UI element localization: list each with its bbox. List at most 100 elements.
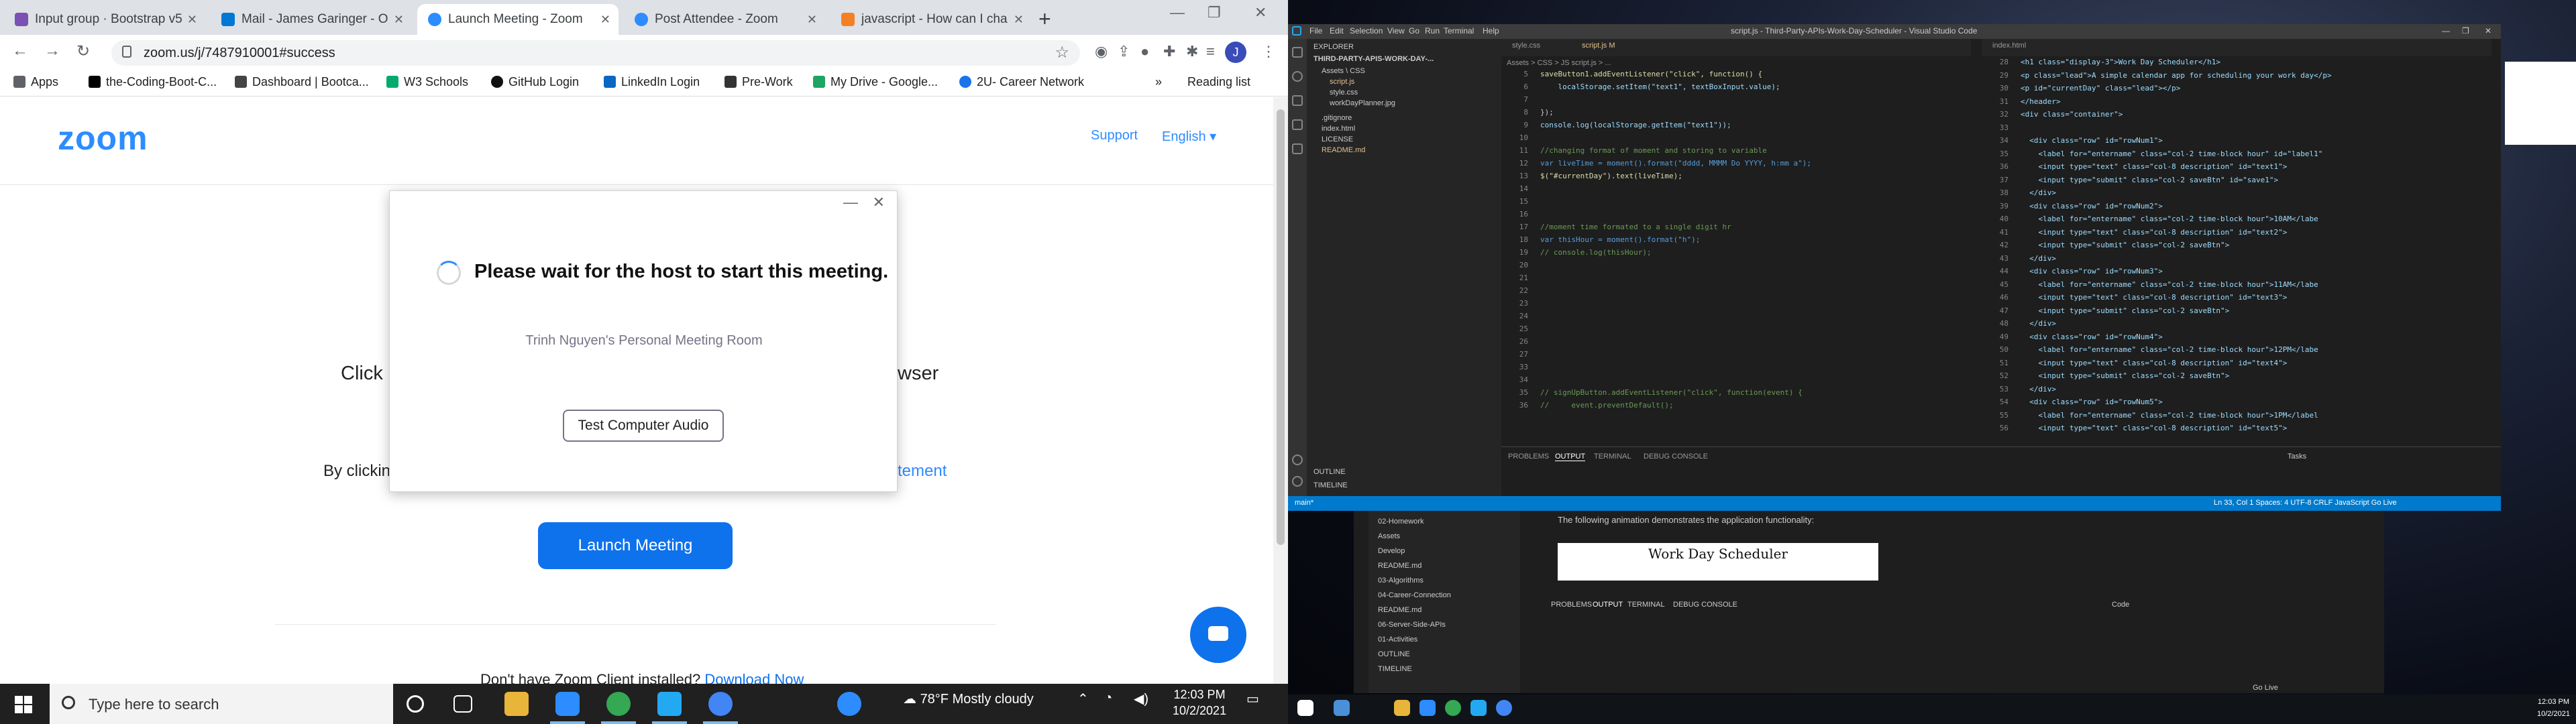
extension-icon[interactable]: ✚ <box>1163 43 1175 60</box>
forward-icon[interactable]: → <box>44 42 60 60</box>
tree-item[interactable]: 06-Server-Side-APIs <box>1378 621 1446 629</box>
panel-tab-debug-console[interactable]: DEBUG CONSOLE <box>1673 601 1737 609</box>
code-line[interactable]: <p class="lead">A simple calendar app fo… <box>2021 71 2332 80</box>
code-line[interactable]: </div> <box>2021 188 2056 197</box>
explorer-icon[interactable] <box>1292 47 1303 58</box>
chrome-profile-icon[interactable] <box>708 692 733 716</box>
new-tab-button[interactable]: + <box>1038 7 1051 32</box>
project-folder[interactable]: THIRD-PARTY-APIS-WORK-DAY-... <box>1313 55 1434 63</box>
chrome-profile-icon[interactable] <box>1496 700 1512 716</box>
folder-assets-css[interactable]: Assets \ CSS <box>1322 67 1365 75</box>
language-selector[interactable]: English ▾ <box>1162 128 1216 145</box>
source-control-icon[interactable] <box>1292 95 1303 106</box>
notifications-icon[interactable]: ▭ <box>1246 690 1259 707</box>
code-line[interactable]: // signUpButton.addEventListener("click"… <box>1540 388 1803 397</box>
restore-window-icon[interactable]: ❐ <box>2462 26 2469 36</box>
panel-tab-output[interactable]: OUTPUT <box>1555 452 1586 461</box>
code-line[interactable]: <label for="entername" class="col-2 time… <box>2021 215 2318 223</box>
code-line[interactable]: <div class="row" id="rowNum4"> <box>2021 333 2163 341</box>
file-readme[interactable]: README.md <box>1322 146 1365 154</box>
bookmark-github[interactable]: GitHub Login <box>491 75 579 89</box>
output-channel-select[interactable]: Code <box>2112 601 2129 609</box>
task-view-icon[interactable] <box>453 695 472 713</box>
panel-tab-output[interactable]: OUTPUT <box>1593 601 1623 609</box>
taskbar-search-box[interactable]: Type here to search <box>50 684 393 724</box>
back-icon[interactable]: ← <box>12 42 28 60</box>
color-extension-icon[interactable]: ● <box>1140 43 1149 60</box>
code-line[interactable]: //moment time formated to a single digit… <box>1540 223 1731 231</box>
windows-start-icon[interactable] <box>15 696 32 713</box>
settings-gear-icon[interactable] <box>1292 476 1303 487</box>
menu-selection[interactable]: Selection <box>1350 26 1383 36</box>
run-debug-icon[interactable] <box>1292 119 1303 130</box>
code-line[interactable]: <input type="submit" class="col-2 saveBt… <box>2021 176 2278 184</box>
panel-tab-terminal[interactable]: TERMINAL <box>1594 452 1631 461</box>
tab-mail[interactable]: Mail - James Garinger - O ✕ <box>211 4 412 35</box>
go-live-button[interactable]: Go Live <box>2253 684 2278 692</box>
code-line[interactable]: <input type="text" class="col-8 descript… <box>2021 359 2287 367</box>
menu-kebab-icon[interactable]: ⋮ <box>1261 43 1276 60</box>
minimize-window-icon[interactable]: — <box>2442 26 2450 36</box>
more-bookmarks-icon[interactable]: » <box>1155 75 1162 89</box>
code-line[interactable]: localStorage.setItem("text1", textBoxInp… <box>1540 82 1780 91</box>
cortana-icon[interactable] <box>407 695 424 713</box>
code-line[interactable]: </div> <box>2021 319 2056 328</box>
tab-stackoverflow[interactable]: javascript - How can I cha ✕ <box>830 4 1032 35</box>
launch-meeting-button[interactable]: Launch Meeting <box>538 522 733 569</box>
code-line[interactable]: <label for="entername" class="col-2 time… <box>2021 345 2318 354</box>
url-text[interactable]: zoom.us/j/7487910001#success <box>144 46 335 61</box>
code-line[interactable]: <div class="row" id="rowNum3"> <box>2021 267 2163 276</box>
support-link[interactable]: Support <box>1091 128 1138 143</box>
camera-icon[interactable]: ◉ <box>1095 43 1108 60</box>
chrome-icon[interactable] <box>606 692 631 716</box>
bookmark-prework[interactable]: Pre-Work <box>724 75 793 89</box>
panel-tab-debug-console[interactable]: DEBUG CONSOLE <box>1644 452 1708 461</box>
file-explorer-icon[interactable] <box>504 692 529 716</box>
code-line[interactable]: </header> <box>2021 97 2061 106</box>
panel-tab-terminal[interactable]: TERMINAL <box>1627 601 1665 609</box>
menu-view[interactable]: View <box>1387 26 1405 36</box>
page-scrollbar[interactable] <box>1273 97 1288 686</box>
timeline-section[interactable]: TIMELINE <box>1313 481 1348 489</box>
code-line[interactable]: <label for="entername" class="col-2 time… <box>2021 149 2322 158</box>
code-line[interactable]: <div class="row" id="rowNum5"> <box>2021 398 2163 406</box>
test-computer-audio-button[interactable]: Test Computer Audio <box>563 410 724 442</box>
close-tab-icon[interactable]: ✕ <box>1014 4 1024 35</box>
zoom-app-icon[interactable] <box>555 692 580 716</box>
tree-item[interactable]: Assets <box>1378 532 1400 540</box>
bookmark-coding-bootcamp[interactable]: the-Coding-Boot-C... <box>89 75 217 89</box>
tree-item[interactable]: README.md <box>1378 606 1421 614</box>
tree-item[interactable]: 01-Activities <box>1378 636 1417 644</box>
tab-style-css[interactable]: style.css <box>1512 42 1540 50</box>
code-line[interactable]: <input type="submit" class="col-2 saveBt… <box>2021 306 2229 315</box>
panel-tab-problems[interactable]: PROBLEMS <box>1551 601 1592 609</box>
zoom-tray-icon[interactable] <box>837 692 861 716</box>
tab-launch-meeting[interactable]: Launch Meeting - Zoom ✕ <box>417 4 619 35</box>
zoom-logo[interactable]: zoom <box>58 119 148 158</box>
code-line[interactable]: <p id="currentDay" class="lead"></p> <box>2021 84 2180 93</box>
tab-bootstrap[interactable]: Input group · Bootstrap v5 ✕ <box>4 4 205 35</box>
code-editor-right[interactable]: 28 <h1 class="display-3">Work Day Schedul… <box>1982 56 2478 452</box>
minimize-icon[interactable]: — <box>843 194 858 211</box>
file-index-html[interactable]: index.html <box>1322 125 1355 133</box>
code-line[interactable]: }); <box>1540 108 1554 117</box>
code-line[interactable]: var thisHour = moment().format("h"); <box>1540 235 1700 244</box>
tree-item[interactable]: 02-Homework <box>1378 518 1424 526</box>
tab-index-html[interactable]: index.html <box>1992 42 2026 50</box>
output-channel-select[interactable]: Tasks <box>2288 452 2306 461</box>
network-icon[interactable]: ◔ <box>1104 690 1112 706</box>
reading-list-icon[interactable]: ≡ <box>1206 43 1215 60</box>
close-tab-icon[interactable]: ✕ <box>187 4 197 35</box>
code-line[interactable]: <div class="container"> <box>2021 110 2123 119</box>
code-line[interactable]: <input type="text" class="col-8 descript… <box>2021 228 2287 237</box>
code-line[interactable]: <div class="row" id="rowNum1"> <box>2021 136 2163 145</box>
account-icon[interactable] <box>1292 455 1303 465</box>
code-line[interactable]: saveButton1.addEventListener("click", fu… <box>1540 70 1762 78</box>
profile-avatar[interactable]: J <box>1225 42 1246 63</box>
bookmark-star-icon[interactable]: ☆ <box>1055 43 1069 62</box>
menu-help[interactable]: Help <box>1483 26 1499 36</box>
tree-item[interactable]: README.md <box>1378 562 1421 570</box>
close-tab-icon[interactable]: ✕ <box>600 4 610 35</box>
file-script-js[interactable]: script.js <box>1330 78 1354 86</box>
bookmark-apps[interactable]: Apps <box>13 75 58 89</box>
